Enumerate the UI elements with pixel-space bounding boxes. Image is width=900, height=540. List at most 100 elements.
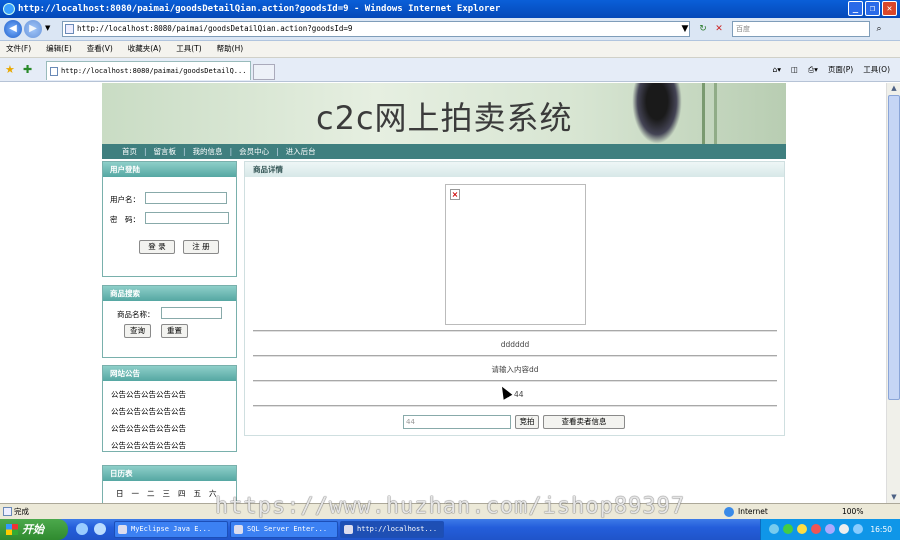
menu-edit[interactable]: 编辑(E) xyxy=(46,41,72,57)
page-menu[interactable]: 页面(P) xyxy=(828,61,853,79)
nav-separator: | xyxy=(183,147,186,156)
goods-name-input[interactable] xyxy=(161,307,222,319)
back-button[interactable]: ◀ xyxy=(4,20,22,38)
nav-my-info[interactable]: 我的信息 xyxy=(193,146,223,157)
username-input[interactable] xyxy=(145,192,227,204)
site-title: c2c网上拍卖系统 xyxy=(316,99,573,137)
query-button[interactable]: 查询 xyxy=(124,324,151,338)
site-nav: 首页 | 留言板 | 我的信息 | 会员中心 | 进入后台 xyxy=(102,144,786,159)
window-title: http://localhost:8080/paimai/goodsDetail… xyxy=(18,4,501,14)
ie-logo-icon xyxy=(3,3,15,15)
task-label: SQL Server Enter... xyxy=(247,525,328,533)
reset-button[interactable]: 重置 xyxy=(161,324,188,338)
password-label: 密 码： xyxy=(110,215,140,224)
tray-icon[interactable] xyxy=(769,524,779,534)
weekday: 四 xyxy=(178,489,186,498)
refresh-icon[interactable]: ↻ xyxy=(696,22,710,36)
tab-current[interactable]: http://localhost:8080/paimai/goodsDetail… xyxy=(46,61,251,80)
zoom-level[interactable]: 100% xyxy=(842,504,863,519)
login-header: 用户登陆 xyxy=(103,162,236,177)
login-box: 用户登陆 用户名： 密 码： 登 录 注 册 xyxy=(102,161,237,277)
windows-logo-icon xyxy=(6,524,18,535)
bamboo-decoration xyxy=(702,83,705,144)
goods-detail-panel: 商品详情 × dddddd 请输入内容dd ：44 44 竞拍 查看卖者信息 xyxy=(244,161,785,436)
tray-icon[interactable] xyxy=(811,524,821,534)
status-page-icon xyxy=(3,507,12,516)
page-icon xyxy=(65,24,74,34)
task-myeclipse[interactable]: MyEclipse Java E... xyxy=(114,521,228,538)
scroll-thumb[interactable] xyxy=(888,95,900,400)
window-controls: _ ❐ ✕ xyxy=(848,1,897,16)
menu-help[interactable]: 帮助(H) xyxy=(217,41,244,57)
nav-admin[interactable]: 进入后台 xyxy=(286,146,316,157)
nav-home[interactable]: 首页 xyxy=(122,146,137,157)
broken-image-icon: × xyxy=(450,189,460,200)
feeds-icon[interactable]: ◫ xyxy=(791,61,798,79)
network-icon[interactable] xyxy=(853,524,863,534)
volume-icon[interactable] xyxy=(839,524,849,534)
view-seller-button[interactable]: 查看卖者信息 xyxy=(543,415,625,429)
start-label: 开始 xyxy=(22,523,44,536)
window-title-bar: http://localhost:8080/paimai/goodsDetail… xyxy=(0,0,900,18)
ie-task-icon xyxy=(344,525,353,534)
taskbar: 开始 MyEclipse Java E... SQL Server Enter.… xyxy=(0,519,900,540)
tray-icon[interactable] xyxy=(797,524,807,534)
weekday: 六 xyxy=(209,489,217,498)
tools-menu[interactable]: 工具(O) xyxy=(863,61,890,79)
restore-button[interactable]: ❐ xyxy=(865,1,880,16)
menu-tools[interactable]: 工具(T) xyxy=(176,41,201,57)
history-dropdown-icon[interactable]: ▼ xyxy=(45,24,50,32)
stop-icon[interactable]: ✕ xyxy=(712,22,726,36)
search-input[interactable]: 百度 xyxy=(732,21,870,37)
bid-button[interactable]: 竞拍 xyxy=(515,415,539,429)
quicklaunch-ie-icon[interactable] xyxy=(76,523,88,535)
login-button[interactable]: 登 录 xyxy=(139,240,175,254)
nav-member-center[interactable]: 会员中心 xyxy=(239,146,269,157)
menu-file[interactable]: 文件(F) xyxy=(6,41,31,57)
tray-icon[interactable] xyxy=(825,524,835,534)
tray-icon[interactable] xyxy=(783,524,793,534)
bid-input[interactable]: 44 xyxy=(403,415,511,429)
scroll-down-icon[interactable]: ▼ xyxy=(888,492,900,503)
weekday: 一 xyxy=(131,489,140,498)
weekday: 二 xyxy=(147,489,155,498)
menu-view[interactable]: 查看(V) xyxy=(87,41,113,57)
announcement-item[interactable]: 公告公告公告公告公告 xyxy=(111,406,186,417)
home-icon[interactable]: ⌂▾ xyxy=(772,61,781,79)
address-dropdown-icon[interactable]: ▼ xyxy=(678,22,692,36)
add-favorite-icon[interactable]: ✚ xyxy=(23,63,32,76)
address-input[interactable]: http://localhost:8080/paimai/goodsDetail… xyxy=(62,21,690,37)
task-ie[interactable]: http://localhost... xyxy=(340,521,444,538)
goods-image: × xyxy=(445,184,586,325)
favorites-star-icon[interactable]: ★ xyxy=(5,63,15,76)
password-input[interactable] xyxy=(145,212,229,224)
announcement-item[interactable]: 公告公告公告公告公告 xyxy=(111,423,186,434)
start-button[interactable]: 开始 xyxy=(0,519,68,540)
announcement-item[interactable]: 公告公告公告公告公告 xyxy=(111,440,186,451)
clock[interactable]: 16:50 xyxy=(870,519,892,540)
goods-search-header: 商品搜索 xyxy=(103,286,236,301)
minimize-button[interactable]: _ xyxy=(848,1,863,16)
weekday: 五 xyxy=(193,489,202,498)
search-icon[interactable]: ⌕ xyxy=(872,22,886,36)
close-button[interactable]: ✕ xyxy=(882,1,897,16)
calendar-weekdays: 日 一 二 三 四 五 六 xyxy=(116,488,217,499)
sql-server-icon xyxy=(234,525,243,534)
quicklaunch-browser-icon[interactable] xyxy=(94,523,106,535)
goods-description: 请输入内容dd xyxy=(491,365,539,374)
nav-guestbook[interactable]: 留言板 xyxy=(154,146,177,157)
goods-detail-header: 商品详情 xyxy=(245,162,784,177)
print-icon[interactable]: ⎙▾ xyxy=(808,61,818,79)
new-tab-button[interactable] xyxy=(253,64,275,80)
goods-name: dddddd xyxy=(500,340,530,349)
scroll-up-icon[interactable]: ▲ xyxy=(888,83,900,94)
menu-favorites[interactable]: 收藏夹(A) xyxy=(128,41,161,57)
address-text: http://localhost:8080/paimai/goodsDetail… xyxy=(77,24,353,33)
forward-button[interactable]: ▶ xyxy=(24,20,42,38)
announcement-item[interactable]: 公告公告公告公告公告 xyxy=(111,389,186,400)
register-button[interactable]: 注 册 xyxy=(183,240,219,254)
task-sql-server[interactable]: SQL Server Enter... xyxy=(230,521,338,538)
goods-price: ：44 xyxy=(506,390,524,399)
vertical-scrollbar[interactable]: ▲ ▼ xyxy=(886,83,900,503)
divider xyxy=(253,405,777,407)
